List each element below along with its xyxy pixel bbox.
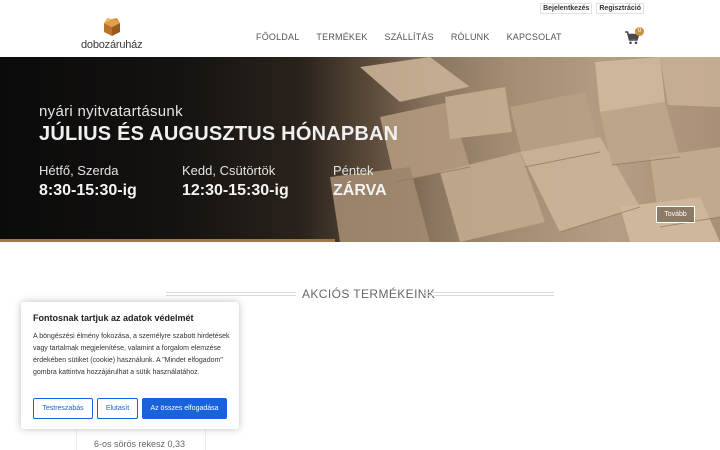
nav-item-home[interactable]: FŐOLDAL — [256, 32, 299, 42]
logo[interactable]: dobozáruház — [81, 17, 145, 53]
accept-all-button[interactable]: Az összes elfogadása — [142, 398, 227, 419]
section-title: AKCIÓS TERMÉKEINK — [302, 287, 436, 301]
schedule-fri: Péntek ZÁRVA — [333, 163, 387, 200]
hero-banner: nyári nyitvatartásunk JÚLIUS ÉS AUGUSZTU… — [0, 57, 720, 242]
section-heading: AKCIÓS TERMÉKEINK — [166, 287, 554, 301]
cookie-title: Fontosnak tartjuk az adatok védelmét — [33, 313, 194, 323]
heading-divider-left — [166, 292, 296, 296]
cart-count-badge: 0 — [635, 27, 644, 36]
product-name[interactable]: 6-os sörös rekesz 0,33 — [94, 439, 185, 449]
more-button[interactable]: Tovább — [656, 206, 695, 223]
header: dobozáruház FŐOLDAL TERMÉKEK SZÁLLÍTÁS R… — [0, 0, 720, 57]
schedule-day: Péntek — [333, 163, 374, 178]
nav-item-contact[interactable]: KAPCSOLAT — [507, 32, 562, 42]
schedule-hours: ZÁRVA — [333, 182, 387, 199]
schedule-tue-thu: Kedd, Csütörtök 12:30-15:30-ig — [182, 163, 289, 200]
box-logo-icon — [104, 18, 120, 36]
heading-divider-right — [424, 292, 554, 296]
nav-item-products[interactable]: TERMÉKEK — [316, 32, 367, 42]
nav-item-shipping[interactable]: SZÁLLÍTÁS — [385, 32, 434, 42]
reject-button[interactable]: Elutasít — [97, 398, 138, 419]
hero-subtitle: nyári nyitvatartásunk — [39, 103, 183, 120]
schedule-mon-wed: Hétfő, Szerda 8:30-15:30-ig — [39, 163, 137, 200]
cookie-consent-dialog: Fontosnak tartjuk az adatok védelmét A b… — [21, 302, 239, 429]
logo-text: dobozáruház — [81, 39, 143, 51]
schedule-hours: 12:30-15:30-ig — [182, 182, 289, 199]
schedule-day: Hétfő, Szerda — [39, 163, 119, 178]
cardboard-boxes-background — [330, 57, 720, 242]
page: Bejelentkezés Regisztráció dobozáruház F… — [0, 0, 720, 450]
hero-title: JÚLIUS ÉS AUGUSZTUS HÓNAPBAN — [39, 123, 399, 145]
schedule-day: Kedd, Csütörtök — [182, 163, 276, 178]
main-nav: FŐOLDAL TERMÉKEK SZÁLLÍTÁS RÓLUNK KAPCSO… — [256, 32, 579, 42]
customize-button[interactable]: Testreszabás — [33, 398, 93, 419]
nav-item-about[interactable]: RÓLUNK — [451, 32, 490, 42]
hero-accent-line — [0, 239, 335, 242]
schedule-hours: 8:30-15:30-ig — [39, 182, 137, 199]
cookie-description: A böngészési élmény fokozása, a személyr… — [33, 333, 230, 376]
